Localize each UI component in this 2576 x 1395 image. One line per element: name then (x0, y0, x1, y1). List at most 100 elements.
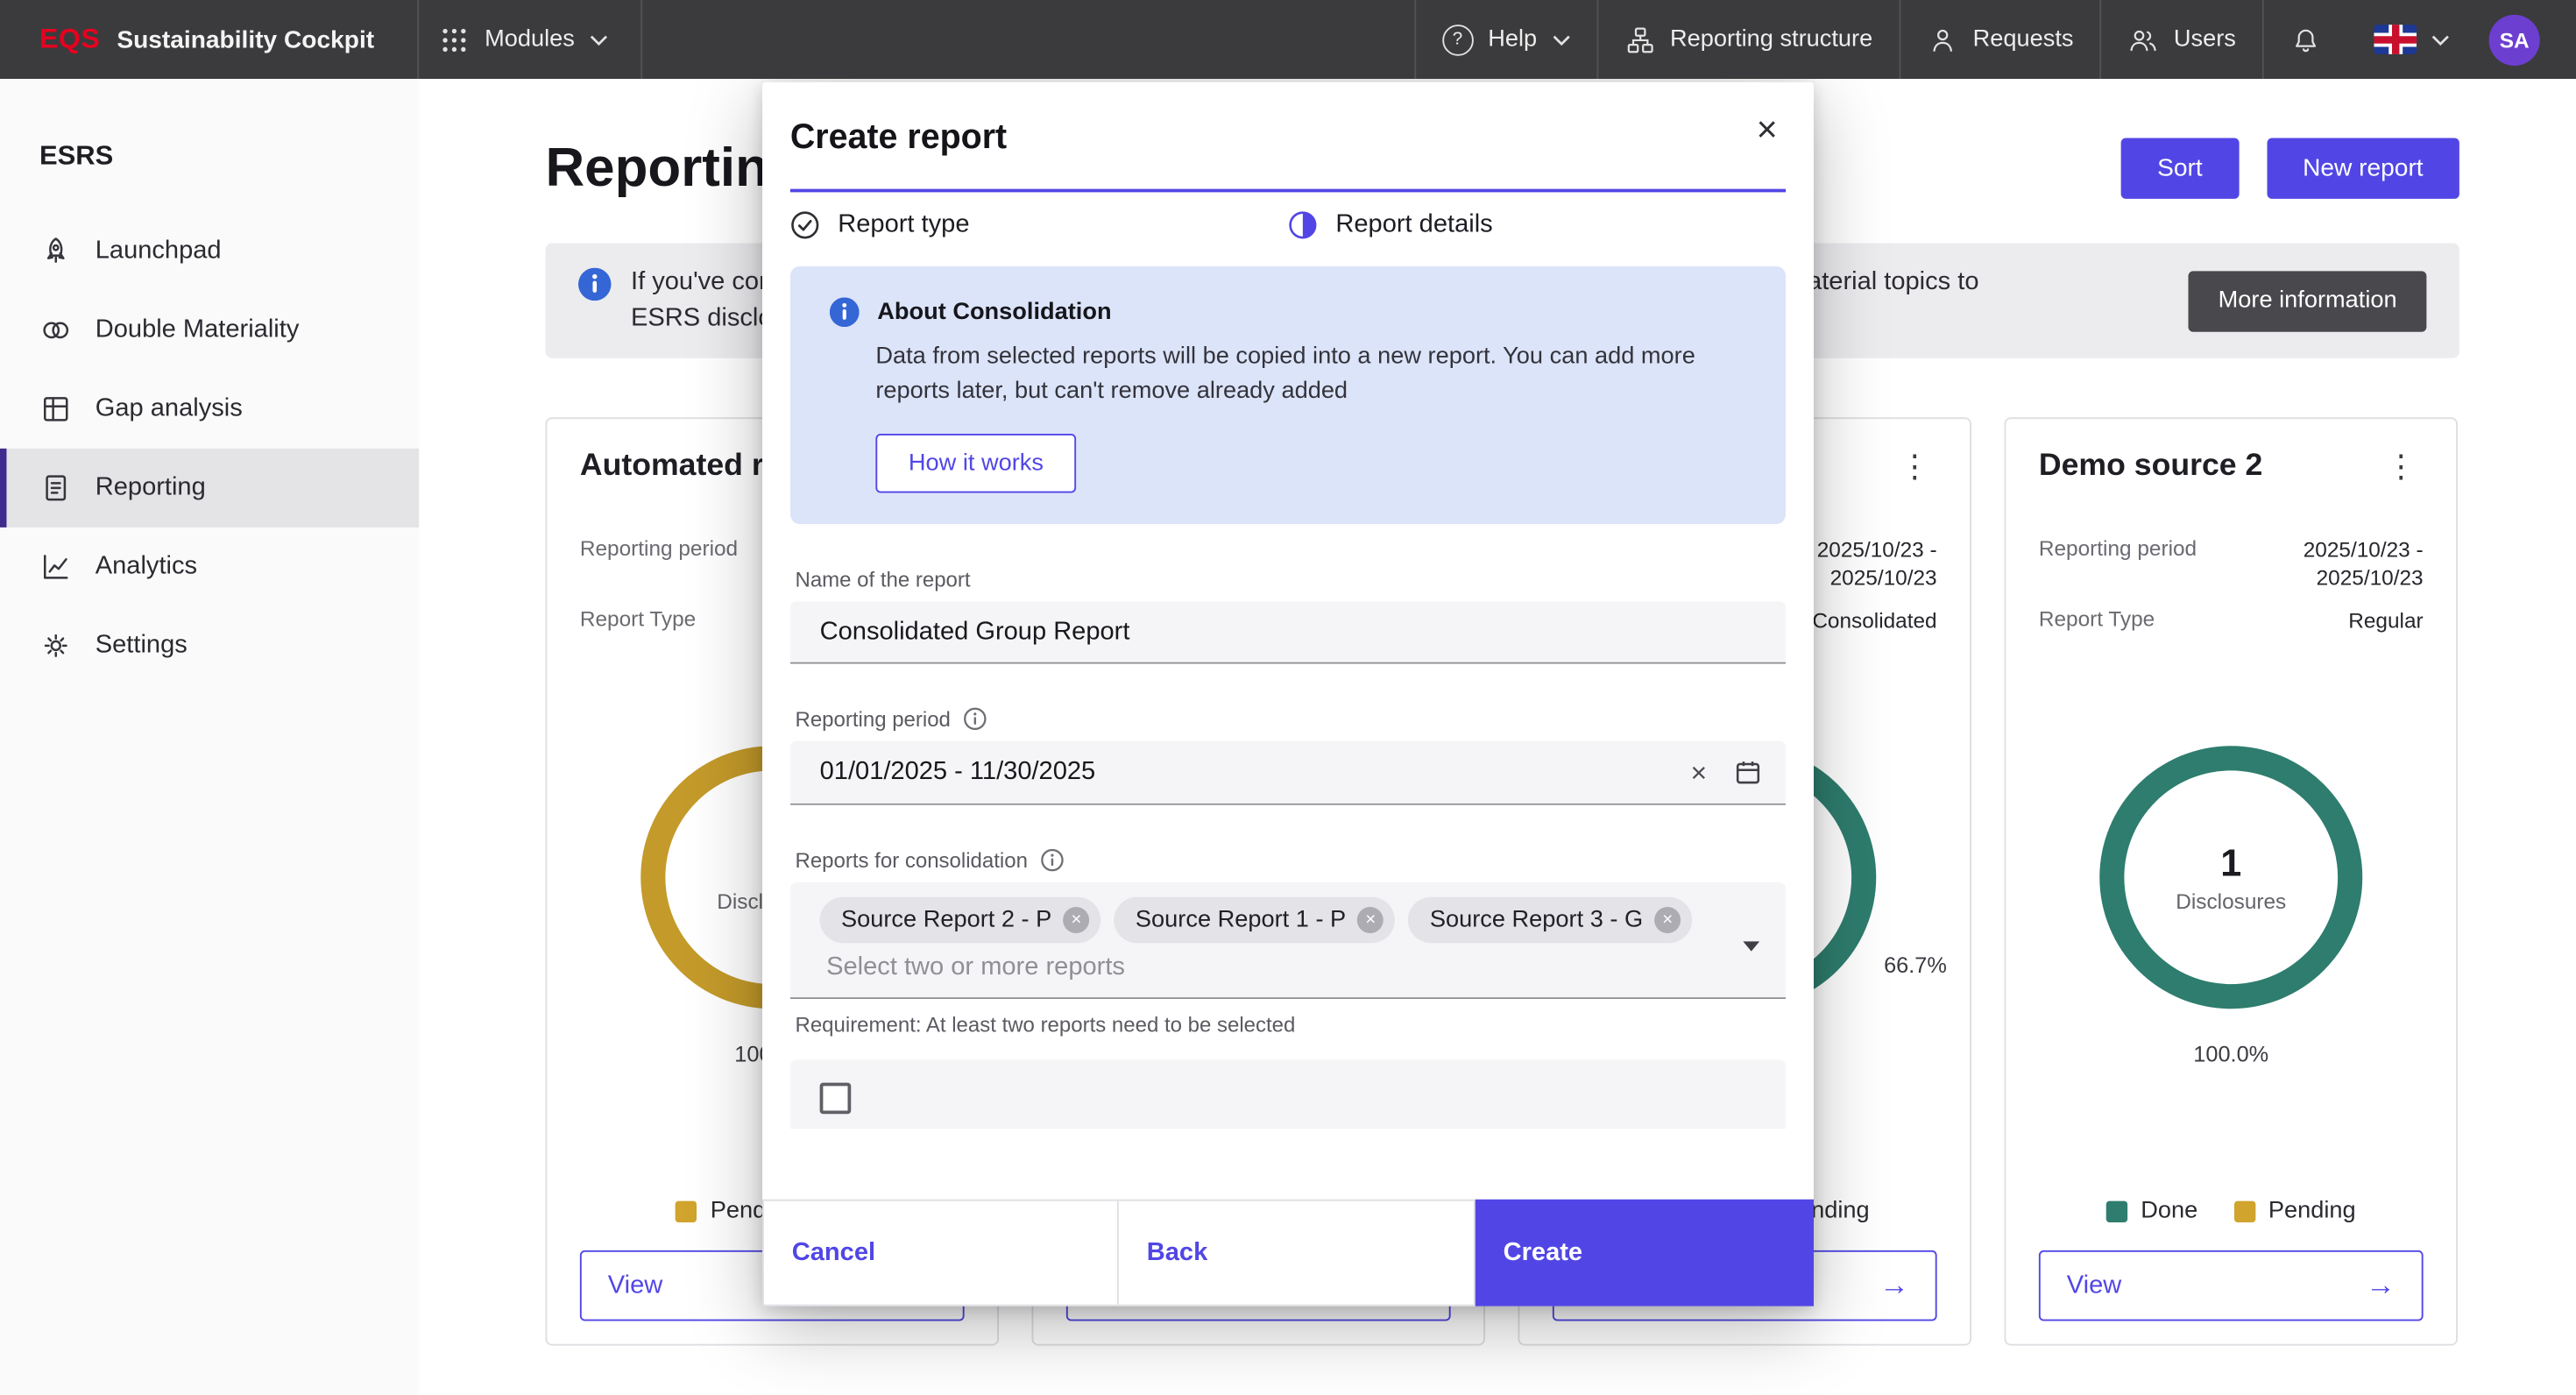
report-name-input[interactable] (790, 601, 1786, 663)
info-icon (830, 297, 860, 327)
percent-label: 100.0% (2193, 1042, 2268, 1066)
back-button[interactable]: Back (1119, 1200, 1476, 1306)
kebab-menu-icon[interactable]: ⋮ (2379, 449, 2424, 486)
eqs-logo: EQS (39, 23, 101, 56)
legend-swatch (2106, 1200, 2127, 1222)
create-report-modal: Create report × Report type Report detai… (762, 82, 1814, 1306)
chevron-down-icon[interactable] (1743, 941, 1759, 951)
sidebar: ESRS Launchpad Double Materiality Gap an… (0, 79, 419, 1395)
new-report-button[interactable]: New report (2267, 138, 2459, 198)
step-label: Report type (838, 210, 969, 240)
modal-footer: Cancel Back Create (762, 1200, 1814, 1306)
chip-remove-icon[interactable]: × (1357, 907, 1384, 933)
sort-button[interactable]: Sort (2121, 138, 2239, 198)
help-label: Help (1488, 26, 1537, 53)
reporting-period-input[interactable]: 01/01/2025 - 11/30/2025 × (790, 741, 1786, 805)
sidebar-item-settings[interactable]: Settings (0, 606, 419, 685)
next-option-row (790, 1059, 1786, 1129)
chip-remove-icon[interactable]: × (1063, 907, 1089, 933)
calendar-icon[interactable] (1733, 757, 1763, 787)
modal-accent-rule (790, 189, 1786, 193)
bell-icon (2290, 24, 2322, 55)
close-icon[interactable]: × (1753, 109, 1781, 152)
report-chip: Source Report 1 - P × (1115, 897, 1396, 944)
arrow-right-icon: → (2366, 1269, 2396, 1303)
donut-chart: 1 Disclosures (2099, 746, 2362, 1009)
arrow-right-icon: → (1879, 1269, 1909, 1303)
sidebar-item-reporting[interactable]: Reporting (0, 449, 419, 528)
disclosure-count: 1 (2220, 841, 2241, 886)
users-label: Users (2174, 26, 2236, 53)
grid-icon (439, 24, 471, 55)
period-value: 2025/10/23 -2025/10/23 (1817, 535, 1937, 591)
info-outline-icon[interactable] (1039, 848, 1064, 873)
users-button[interactable]: Users (2099, 0, 2261, 79)
info-outline-icon[interactable] (962, 706, 987, 731)
chevron-down-icon (2431, 33, 2450, 45)
help-icon: ? (1442, 24, 1474, 55)
sidebar-item-label: Analytics (96, 552, 197, 582)
create-button[interactable]: Create (1476, 1200, 1814, 1306)
table-grid-icon (39, 393, 73, 426)
modules-menu[interactable]: Modules (419, 0, 642, 79)
requirement-helper-text: Requirement: At least two reports need t… (796, 1012, 1787, 1037)
chip-remove-icon[interactable]: × (1654, 907, 1681, 933)
step-report-details[interactable]: Report details (1288, 210, 1786, 240)
card-title: Demo source 2 (2039, 449, 2262, 486)
kebab-menu-icon[interactable]: ⋮ (1893, 449, 1937, 486)
report-chip: Source Report 2 - P × (820, 897, 1101, 944)
sidebar-item-launchpad[interactable]: Launchpad (0, 212, 419, 291)
users-icon (2127, 24, 2159, 55)
sidebar-item-double-materiality[interactable]: Double Materiality (0, 291, 419, 370)
avatar[interactable]: SA (2489, 14, 2540, 65)
sidebar-item-label: Gap analysis (96, 394, 243, 424)
requests-label: Requests (1973, 26, 2074, 53)
type-label: Report Type (2039, 606, 2155, 634)
chevron-down-icon (590, 33, 608, 45)
percent-label: 66.7% (1884, 953, 1947, 978)
type-value: Regular (2348, 606, 2423, 634)
sidebar-item-analytics[interactable]: Analytics (0, 528, 419, 606)
half-circle-progress-icon (1288, 210, 1318, 240)
period-value: 2025/10/23 -2025/10/23 (2304, 535, 2424, 591)
modal-title: Create report (790, 118, 1786, 158)
app: EQS Sustainability Cockpit Modules ? Hel… (0, 0, 2576, 1395)
reporting-structure-label: Reporting structure (1670, 26, 1872, 53)
sidebar-item-label: Double Materiality (96, 315, 300, 345)
view-button[interactable]: View→ (2039, 1250, 2424, 1321)
clear-icon[interactable]: × (1688, 758, 1710, 786)
sidebar-item-label: Settings (96, 631, 188, 661)
checkbox[interactable] (820, 1083, 852, 1115)
step-label: Report details (1335, 210, 1492, 240)
sidebar-item-gap-analysis[interactable]: Gap analysis (0, 370, 419, 449)
modal-scroll-area[interactable]: About Consolidation Data from selected r… (790, 266, 1786, 1129)
hierarchy-icon (1624, 24, 1656, 55)
multiselect-placeholder: Select two or more reports (826, 953, 1125, 983)
line-chart-icon (39, 550, 73, 584)
stepper: Report type Report details (790, 210, 1786, 240)
language-selector[interactable] (2347, 0, 2475, 79)
consolidation-info-box: About Consolidation Data from selected r… (790, 266, 1786, 524)
cancel-button[interactable]: Cancel (762, 1200, 1119, 1306)
how-it-works-button[interactable]: How it works (875, 434, 1076, 493)
reports-multiselect[interactable]: Source Report 2 - P × Source Report 1 - … (790, 882, 1786, 999)
check-circle-icon (790, 210, 820, 240)
overlapping-circles-icon (39, 314, 73, 347)
chevron-down-icon (1552, 33, 1570, 45)
app-title: Sustainability Cockpit (117, 25, 374, 53)
more-information-button[interactable]: More information (2189, 270, 2426, 330)
step-report-type[interactable]: Report type (790, 210, 1288, 240)
reporting-structure-button[interactable]: Reporting structure (1596, 0, 1900, 79)
requests-button[interactable]: Requests (1899, 0, 2099, 79)
person-sync-icon (1927, 24, 1958, 55)
report-chip: Source Report 3 - G × (1408, 897, 1692, 944)
notifications-button[interactable] (2262, 0, 2348, 79)
rocket-icon (39, 235, 73, 268)
info-box-body: Data from selected reports will be copie… (875, 340, 1737, 409)
legend: Done Pending (2039, 1198, 2424, 1224)
type-label: Report Type (580, 606, 696, 634)
report-card: Demo source 2 ⋮ Reporting period 2025/10… (2005, 417, 2459, 1345)
topbar-actions: ? Help Reporting structure Requests (1414, 0, 2576, 79)
help-menu[interactable]: ? Help (1414, 0, 1596, 79)
consolidation-field-label: Reports for consolidation (796, 848, 1787, 873)
